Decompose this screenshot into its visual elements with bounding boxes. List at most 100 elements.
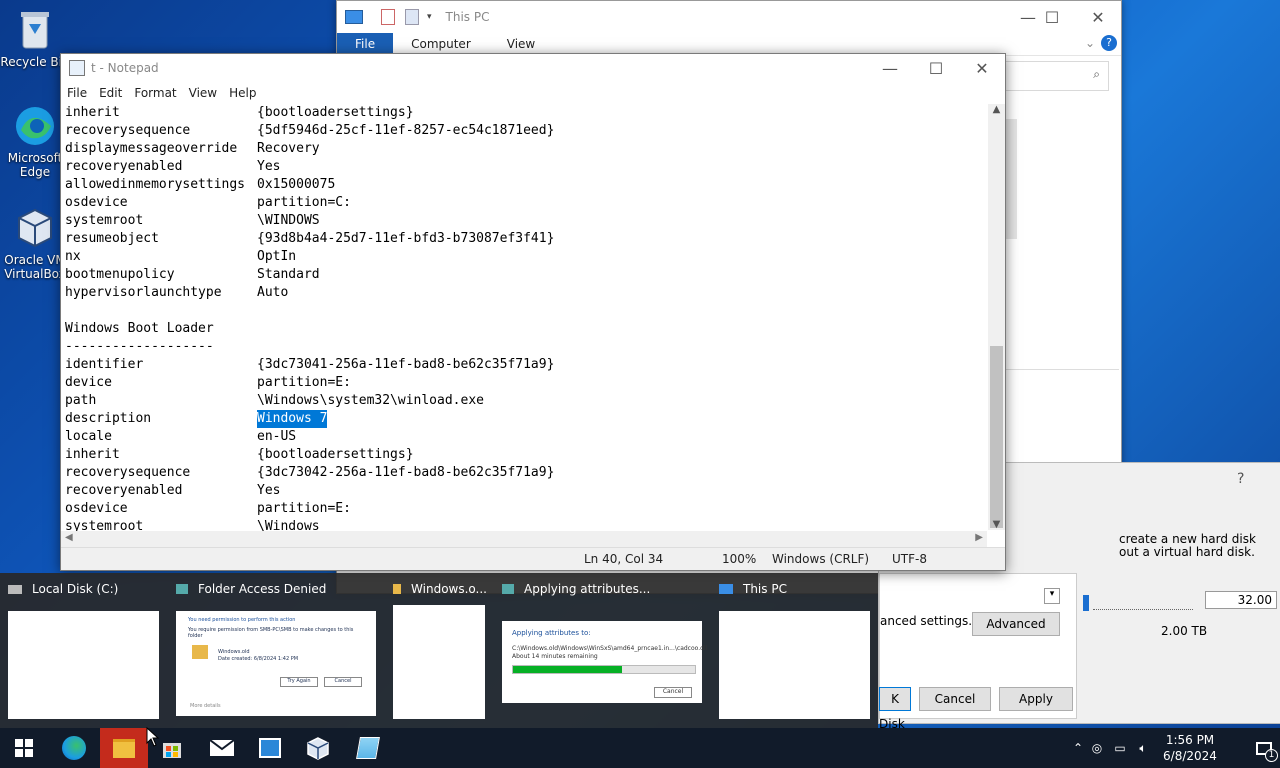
setting-key: displaymessageoverride: [65, 141, 238, 156]
setting-key: recoveryenabled: [65, 483, 183, 498]
desktop-icon-label: Oracle VM VirtualBox: [4, 253, 66, 281]
volume-icon[interactable]: 🔈︎: [1132, 741, 1154, 756]
taskbar-virtualbox[interactable]: [294, 728, 342, 768]
text-line: path \Windows\system32\winload.exe: [65, 392, 987, 410]
switcher-item-title: Windows.o...: [411, 582, 487, 596]
horizontal-scrollbar[interactable]: ◀ ▶: [61, 531, 987, 548]
new-folder-icon[interactable]: [405, 9, 419, 25]
setting-key: Windows Boot Loader: [65, 321, 214, 336]
setting-value: partition=E:: [257, 501, 351, 516]
setting-value: {bootloadersettings}: [257, 447, 414, 462]
setting-value: \WINDOWS: [257, 213, 320, 228]
text-line: bootmenupolicy Standard: [65, 266, 987, 284]
menu-file[interactable]: File: [61, 86, 93, 100]
setting-key: osdevice: [65, 501, 128, 516]
scroll-left-icon[interactable]: ◀: [65, 532, 73, 543]
apply-button[interactable]: Apply: [999, 687, 1073, 711]
setting-value: {bootloadersettings}: [257, 105, 414, 120]
switcher-item-title: This PC: [743, 582, 787, 596]
help-icon[interactable]: ?: [1101, 35, 1117, 51]
ribbon-expand-icon[interactable]: ⌄: [1085, 36, 1095, 50]
notepad-maximize-button[interactable]: ☐: [913, 54, 959, 82]
ok-button-partial[interactable]: K: [879, 687, 911, 711]
dropdown-arrow-icon[interactable]: ▾: [1044, 588, 1060, 604]
menu-help[interactable]: Help: [223, 86, 262, 100]
preview-text: You require permission from SMB-PC\SMB t…: [188, 627, 354, 639]
taskbar-notepad[interactable]: [344, 728, 392, 768]
explorer-close-button[interactable]: ✕: [1075, 1, 1121, 33]
notepad-text-area[interactable]: inherit {bootloadersettings} recoveryseque…: [65, 104, 987, 579]
notepad-title: t - Notepad: [91, 61, 159, 75]
notepad-minimize-button[interactable]: —: [867, 54, 913, 82]
progress-track: [512, 665, 696, 674]
text-line: resumeobject {93d8b4a4-25d7-11ef-bfd3-b73…: [65, 230, 987, 248]
scroll-thumb[interactable]: [990, 346, 1003, 528]
preview-button: Cancel: [324, 677, 362, 687]
package-icon: [259, 738, 281, 758]
taskbar-app-box[interactable]: [246, 728, 294, 768]
text-line: displaymessageoverride Recovery: [65, 140, 987, 158]
text-line: recoverysequence {3dc73042-256a-11ef-bad8…: [65, 464, 987, 482]
explorer-maximize-button[interactable]: ☐: [1029, 1, 1075, 33]
setting-value: Standard: [257, 267, 320, 282]
setting-key: systemroot: [65, 213, 144, 228]
computer-icon: [719, 584, 733, 594]
preview-text: About 14 minutes remaining: [512, 653, 598, 660]
cancel-button[interactable]: Cancel: [919, 687, 991, 711]
text-line: device partition=E:: [65, 374, 987, 392]
recycle-bin-icon: [13, 8, 57, 52]
switcher-item-folder-access-denied[interactable]: Folder Access Denied You need permission…: [176, 573, 378, 723]
location-icon[interactable]: ◎: [1086, 741, 1108, 755]
menu-format[interactable]: Format: [128, 86, 182, 100]
switcher-item-local-disk[interactable]: Local Disk (C:): [8, 573, 160, 723]
advanced-button[interactable]: Advanced: [972, 612, 1060, 636]
menu-view[interactable]: View: [183, 86, 223, 100]
quick-access-dropdown-icon[interactable]: ▾: [427, 12, 432, 22]
dialog-description-1: create a new hard disk: [1119, 532, 1256, 546]
window-preview: Applying attributes to: C:\Windows.old\W…: [502, 621, 707, 703]
text-line: nx OptIn: [65, 248, 987, 266]
explorer-titlebar[interactable]: ▾ This PC: [337, 1, 1121, 33]
setting-value: {93d8b4a4-25d7-11ef-bfd3-b73087ef3f41}: [257, 231, 555, 246]
line-ending: Windows (CRLF): [772, 552, 870, 566]
setting-key: recoverysequence: [65, 123, 191, 138]
preview-text: Windows.old: [218, 649, 250, 655]
switcher-item-this-pc[interactable]: This PC: [719, 573, 871, 723]
scroll-right-icon[interactable]: ▶: [975, 532, 983, 543]
explorer-scrollbar[interactable]: [1005, 119, 1017, 239]
clock[interactable]: 1:56 PM 6/8/2024: [1158, 732, 1222, 764]
notepad-close-button[interactable]: ✕: [959, 54, 1005, 82]
tab-computer[interactable]: Computer: [393, 33, 489, 55]
tab-file[interactable]: File: [337, 33, 394, 55]
scroll-up-icon[interactable]: ▲: [988, 104, 1005, 115]
tab-view[interactable]: View: [489, 33, 553, 55]
notification-center-button[interactable]: 1: [1240, 728, 1280, 768]
chevron-up-icon[interactable]: ⌃: [1070, 741, 1086, 755]
slider-handle[interactable]: [1083, 595, 1089, 611]
scroll-down-icon[interactable]: ▼: [988, 519, 1005, 530]
taskbar-edge[interactable]: [50, 728, 98, 768]
setting-key: nx: [65, 249, 81, 264]
text-line: hypervisorlaunchtype Auto: [65, 284, 987, 302]
preview-text: More details: [190, 703, 221, 709]
menu-edit[interactable]: Edit: [93, 86, 128, 100]
setting-key: locale: [65, 429, 112, 444]
properties-icon[interactable]: [381, 9, 395, 25]
network-icon[interactable]: ▭: [1108, 741, 1132, 755]
setting-value: 0x15000075: [257, 177, 336, 192]
switcher-item-windows-old[interactable]: Windows.o...: [393, 573, 487, 723]
text-line: systemroot \WINDOWS: [65, 212, 987, 230]
taskbar-file-explorer[interactable]: [100, 728, 148, 768]
start-button[interactable]: [0, 728, 48, 768]
dialog-help-button[interactable]: ?: [1237, 471, 1244, 487]
vertical-scrollbar[interactable]: ▲ ▼: [988, 104, 1005, 530]
notepad-window[interactable]: t - Notepad — ☐ ✕ File Edit Format View …: [60, 53, 1006, 571]
disk-size-input[interactable]: 32.00: [1205, 591, 1277, 609]
text-line: osdevice partition=E:: [65, 500, 987, 518]
search-box[interactable]: ⌕: [1005, 61, 1109, 91]
setting-value: {5df5946d-25cf-11ef-8257-ec54c1871eed}: [257, 123, 555, 138]
switcher-item-applying-attributes[interactable]: Applying attributes... Applying attribut…: [502, 573, 707, 723]
taskbar-mail[interactable]: [198, 728, 246, 768]
size-slider[interactable]: [1083, 591, 1193, 611]
notepad-titlebar[interactable]: t - Notepad: [61, 54, 1005, 82]
